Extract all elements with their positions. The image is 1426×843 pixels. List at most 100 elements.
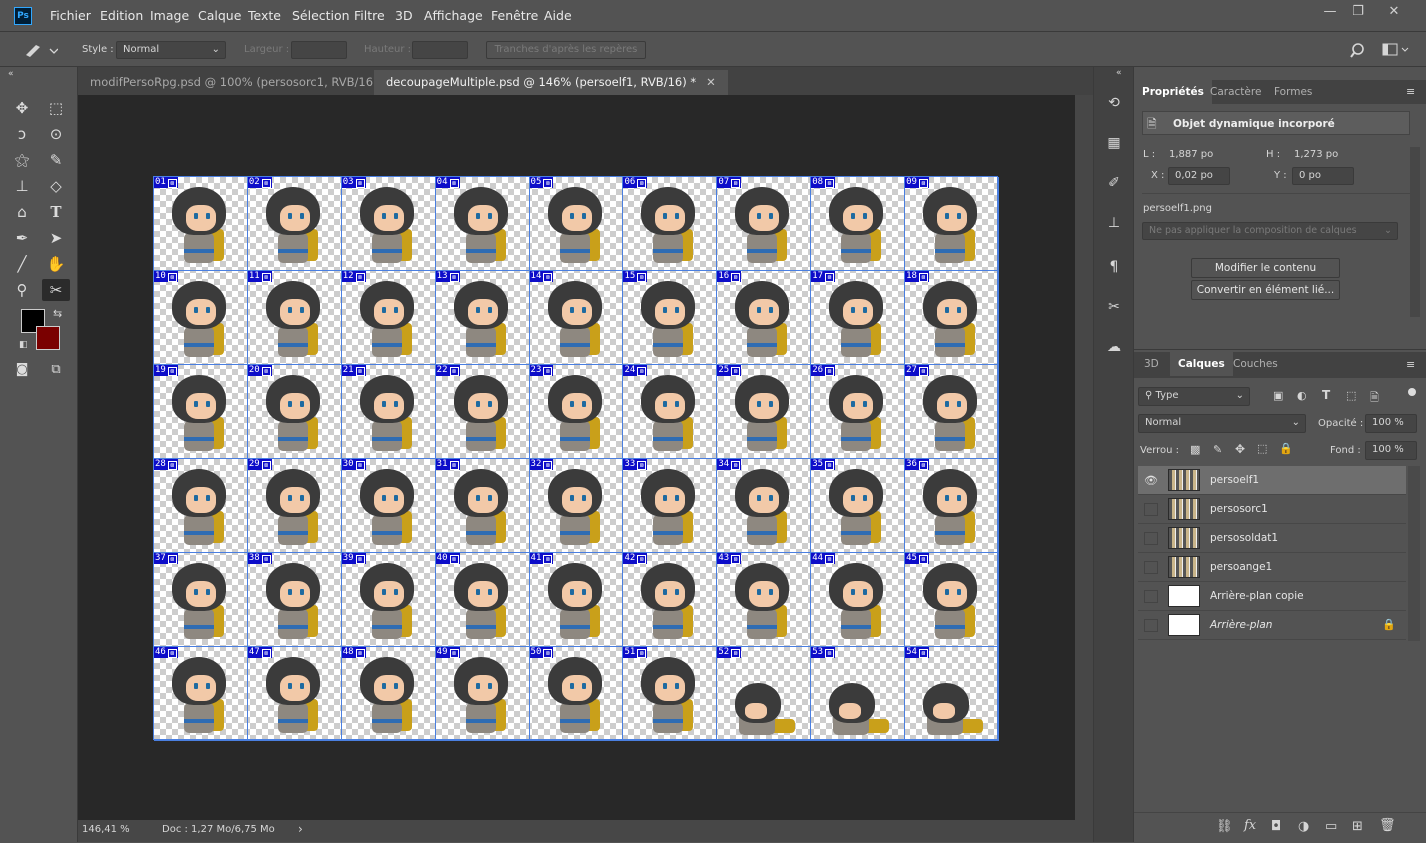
layer-comp-select[interactable]: Ne pas appliquer la composition de calqu… bbox=[1142, 222, 1398, 240]
libraries-icon[interactable]: ☁ bbox=[1102, 335, 1126, 359]
slice-cell[interactable]: 45 ⊠ bbox=[905, 553, 999, 647]
slice-cell[interactable]: 15 ⊠ bbox=[623, 271, 718, 365]
visibility-toggle[interactable] bbox=[1144, 532, 1158, 545]
slice-cell[interactable]: 29 ⊠ bbox=[247, 459, 342, 553]
collapse-icon[interactable]: « bbox=[1116, 68, 1122, 78]
layer-row-arriere-plan-copie[interactable]: Arrière-plan copie bbox=[1138, 582, 1406, 611]
slice-cell[interactable]: 21 ⊠ bbox=[341, 365, 436, 459]
slices-from-guides-button[interactable]: Tranches d'après les repères bbox=[486, 41, 646, 59]
stamp-tool-icon[interactable]: ⊥ bbox=[10, 175, 34, 197]
lasso-tool-icon[interactable]: ↄ bbox=[10, 123, 34, 145]
lock-all-icon[interactable]: 🔒 bbox=[1279, 442, 1293, 455]
slice-cell[interactable]: 23 ⊠ bbox=[529, 365, 624, 459]
slice-cell[interactable]: 13 ⊠ bbox=[435, 271, 530, 365]
slice-cell[interactable]: 25 ⊠ bbox=[717, 365, 812, 459]
layer-row-arriere-plan[interactable]: Arrière-plan 🔒 bbox=[1138, 611, 1406, 640]
slice-cell[interactable]: 04 ⊠ bbox=[435, 177, 530, 271]
status-menu-arrow[interactable]: › bbox=[298, 822, 303, 836]
menu-selection[interactable]: Sélection bbox=[292, 8, 350, 23]
slice-cell[interactable]: 35 ⊠ bbox=[811, 459, 906, 553]
slice-cell[interactable]: 38 ⊠ bbox=[247, 553, 342, 647]
menu-affichage[interactable]: Affichage bbox=[424, 8, 483, 23]
visibility-toggle[interactable] bbox=[1144, 619, 1158, 632]
filter-pixel-icon[interactable]: ▣ bbox=[1273, 389, 1283, 402]
layer-row-persoange1[interactable]: persoange1 bbox=[1138, 553, 1406, 582]
lock-artboard-icon[interactable]: ⬚ bbox=[1257, 442, 1267, 455]
clone-source-icon[interactable]: ⊥ bbox=[1102, 211, 1126, 235]
y-field[interactable]: 0 po bbox=[1292, 167, 1354, 185]
lock-transparency-icon[interactable]: ▩ bbox=[1190, 443, 1200, 456]
tab-decoupagemultiple[interactable]: decoupageMultiple.psd @ 146% (persoelf1,… bbox=[374, 70, 728, 95]
panel-menu-icon[interactable]: ≡ bbox=[1406, 85, 1415, 98]
history-icon[interactable]: ⟲ bbox=[1102, 91, 1126, 115]
slice-cell[interactable]: 40 ⊠ bbox=[435, 553, 530, 647]
slice-cell[interactable]: 52 ⊠ bbox=[717, 647, 812, 741]
filter-toggle-icon[interactable] bbox=[1408, 388, 1416, 396]
menu-calque[interactable]: Calque bbox=[198, 8, 241, 23]
tab-calques[interactable]: Calques bbox=[1170, 352, 1233, 376]
slice-tool-preset-icon[interactable] bbox=[24, 42, 58, 58]
opacity-field[interactable]: 100 % bbox=[1365, 414, 1417, 433]
slice-cell[interactable]: 07 ⊠ bbox=[717, 177, 812, 271]
menu-texte[interactable]: Texte bbox=[248, 8, 281, 23]
slice-cell[interactable]: 36 ⊠ bbox=[905, 459, 999, 553]
workspace-icon[interactable] bbox=[1382, 43, 1410, 57]
menu-fenetre[interactable]: Fenêtre bbox=[491, 8, 538, 23]
slice-cell[interactable]: 09 ⊠ bbox=[905, 177, 999, 271]
line-tool-icon[interactable]: ╱ bbox=[10, 253, 34, 275]
zoom-tool-icon[interactable]: ⚲ bbox=[10, 279, 34, 301]
slice-cell[interactable]: 53 ⊠ bbox=[811, 647, 906, 741]
brush-tool-icon[interactable]: ✎ bbox=[44, 149, 68, 171]
menu-fichier[interactable]: Fichier bbox=[50, 8, 91, 23]
adjustment-layer-icon[interactable]: ◑ bbox=[1298, 819, 1309, 834]
slice-cell[interactable]: 02 ⊠ bbox=[247, 177, 342, 271]
menu-aide[interactable]: Aide bbox=[544, 8, 572, 23]
menu-edition[interactable]: Edition bbox=[100, 8, 143, 23]
slice-cell[interactable]: 51 ⊠ bbox=[623, 647, 718, 741]
minimize-button[interactable]: — bbox=[1318, 4, 1342, 20]
default-colors-icon[interactable]: ◧ bbox=[19, 340, 28, 350]
close-window-button[interactable]: ✕ bbox=[1382, 4, 1406, 20]
filter-shape-icon[interactable]: ⬚ bbox=[1346, 389, 1356, 402]
x-field[interactable]: 0,02 po bbox=[1168, 167, 1230, 185]
layer-row-persosoldat1[interactable]: persosoldat1 bbox=[1138, 524, 1406, 553]
tab-modifpersorpg[interactable]: modifPersoRpg.psd @ 100% (persosorc1, RV… bbox=[78, 70, 410, 95]
slice-cell[interactable]: 39 ⊠ bbox=[341, 553, 436, 647]
blend-mode-select[interactable]: Normal ⌄ bbox=[1138, 414, 1306, 433]
slice-cell[interactable]: 10 ⊠ bbox=[154, 271, 248, 365]
tool-presets-icon[interactable]: ✂ bbox=[1102, 295, 1126, 319]
slice-cell[interactable]: 34 ⊠ bbox=[717, 459, 812, 553]
paint-bucket-tool-icon[interactable]: ⌂ bbox=[10, 201, 34, 223]
visibility-toggle[interactable] bbox=[1144, 561, 1158, 574]
new-group-icon[interactable]: ▭ bbox=[1325, 819, 1337, 834]
tab-caractere[interactable]: Caractère bbox=[1202, 80, 1269, 104]
magic-wand-tool-icon[interactable]: ⚝ bbox=[10, 149, 34, 171]
slice-cell[interactable]: 05 ⊠ bbox=[529, 177, 624, 271]
visibility-toggle[interactable] bbox=[1144, 590, 1158, 603]
menu-image[interactable]: Image bbox=[150, 8, 189, 23]
convert-to-linked-button[interactable]: Convertir en élément lié... bbox=[1191, 280, 1340, 300]
layers-scrollbar[interactable] bbox=[1408, 466, 1420, 641]
pen-tool-icon[interactable]: ✒ bbox=[10, 227, 34, 249]
slice-cell[interactable]: 48 ⊠ bbox=[341, 647, 436, 741]
tab-couches[interactable]: Couches bbox=[1225, 352, 1286, 376]
document-canvas[interactable]: 01 ⊠ 02 ⊠ 03 ⊠ 04 ⊠ 05 ⊠ 06 ⊠ 07 ⊠ 08 ⊠ 09 ⊠ 10 ⊠ 11 ⊠ 12 ⊠ 13 ⊠ 1… bbox=[153, 176, 999, 741]
swap-colors-icon[interactable]: ⇆ bbox=[53, 307, 62, 320]
eraser-tool-icon[interactable]: ◇ bbox=[44, 175, 68, 197]
slice-cell[interactable]: 14 ⊠ bbox=[529, 271, 624, 365]
slice-cell[interactable]: 03 ⊠ bbox=[341, 177, 436, 271]
slice-cell[interactable]: 22 ⊠ bbox=[435, 365, 530, 459]
zoom-level[interactable]: 146,41 % bbox=[82, 824, 130, 835]
marquee-tool-icon[interactable]: ⬚ bbox=[44, 97, 68, 119]
slice-cell[interactable]: 49 ⊠ bbox=[435, 647, 530, 741]
layer-filter-select[interactable]: ⚲ Type ⌄ bbox=[1138, 387, 1250, 406]
collapse-icon[interactable]: « bbox=[8, 69, 14, 79]
background-color-swatch[interactable] bbox=[36, 326, 60, 350]
height-input[interactable] bbox=[412, 41, 468, 59]
slice-cell[interactable]: 33 ⊠ bbox=[623, 459, 718, 553]
fill-field[interactable]: 100 % bbox=[1365, 441, 1417, 460]
slice-cell[interactable]: 32 ⊠ bbox=[529, 459, 624, 553]
slice-cell[interactable]: 50 ⊠ bbox=[529, 647, 624, 741]
hand-tool-icon[interactable]: ✋ bbox=[44, 253, 68, 275]
slice-cell[interactable]: 54 ⊠ bbox=[905, 647, 999, 741]
